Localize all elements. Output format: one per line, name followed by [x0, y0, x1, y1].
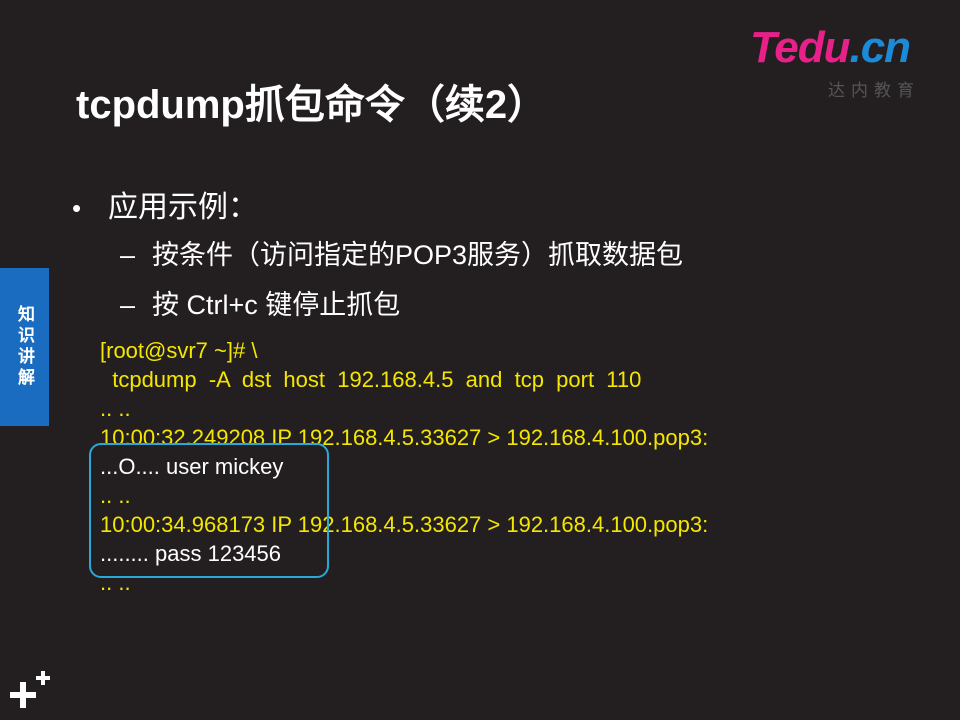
sub-bullet-marker: – — [120, 240, 136, 270]
bullet-item: • 应用示例： — [72, 182, 258, 226]
terminal-line: .. .. — [100, 396, 131, 421]
plus-cluster-icon — [10, 671, 50, 708]
logo-brand: Tedu — [750, 23, 850, 72]
logo-tld: .cn — [849, 23, 911, 72]
logo-subtitle: 达内教育 — [828, 81, 920, 100]
sub-bullet-item: – 按条件（访问指定的POP3服务）抓取数据包 — [120, 233, 683, 272]
slide-title: tcpdump抓包命令（续2） — [76, 83, 548, 127]
tedu-logo: Tedu.cn 达内教育 — [750, 23, 940, 101]
side-tab-label: 知识讲解 — [15, 305, 34, 389]
sub-bullet-marker: – — [120, 290, 136, 320]
sub-bullet-item: – 按 Ctrl+c 键停止抓包 — [120, 283, 400, 322]
bullet-text: 应用示例： — [108, 191, 258, 224]
terminal-line: [root@svr7 ~]# \ — [100, 338, 258, 363]
highlight-box — [89, 443, 329, 578]
terminal-line: tcpdump -A dst host 192.168.4.5 and tcp … — [100, 367, 642, 392]
sub-bullet-text: 按 Ctrl+c 键停止抓包 — [152, 290, 401, 320]
side-tab: 知识讲解 — [0, 268, 49, 426]
sub-bullet-text: 按条件（访问指定的POP3服务）抓取数据包 — [152, 240, 684, 270]
logo-wordmark: Tedu.cn — [750, 23, 911, 72]
bullet-marker: • — [72, 193, 82, 223]
slide: Tedu.cn 达内教育 tcpdump抓包命令（续2） 知识讲解 • 应用示例：… — [0, 0, 960, 720]
